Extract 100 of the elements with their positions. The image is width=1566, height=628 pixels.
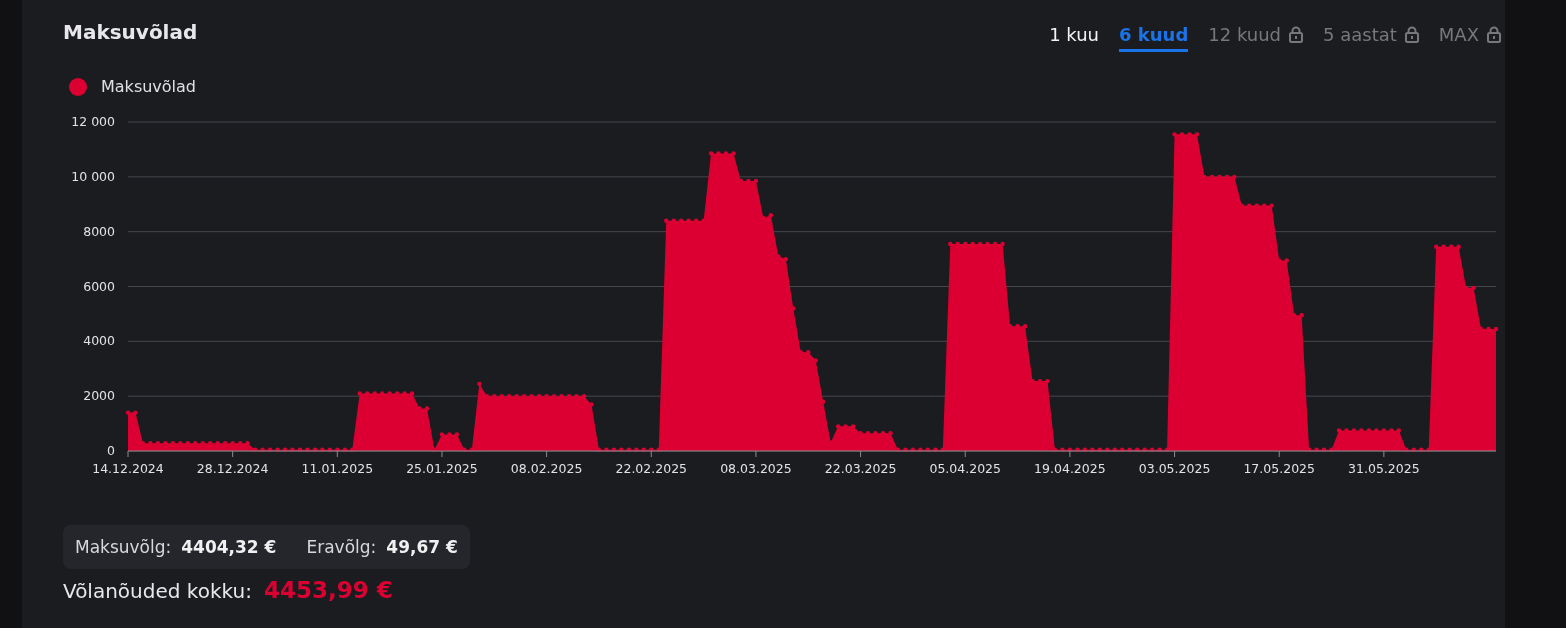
data-point bbox=[686, 218, 691, 223]
data-point bbox=[985, 241, 990, 247]
data-point bbox=[865, 431, 871, 436]
data-point bbox=[1045, 378, 1050, 384]
data-point bbox=[1037, 378, 1043, 384]
data-point bbox=[1269, 203, 1274, 208]
data-point bbox=[1224, 174, 1230, 180]
axis-label: 10 000 bbox=[71, 168, 115, 184]
data-point bbox=[514, 393, 519, 399]
data-point bbox=[1015, 324, 1020, 329]
data-point bbox=[282, 447, 288, 452]
lock-icon bbox=[1289, 26, 1304, 43]
data-point bbox=[649, 447, 654, 452]
data-point bbox=[320, 447, 325, 452]
data-point bbox=[1321, 447, 1327, 452]
data-point bbox=[1291, 313, 1297, 318]
data-point bbox=[1478, 326, 1484, 332]
axis-label: 28.12.2024 bbox=[196, 461, 269, 476]
data-point bbox=[1277, 258, 1282, 263]
data-point bbox=[1157, 447, 1162, 452]
data-point bbox=[1374, 428, 1379, 433]
data-point bbox=[955, 241, 960, 247]
data-point bbox=[536, 393, 542, 399]
data-point bbox=[193, 441, 198, 446]
data-point bbox=[1142, 447, 1147, 452]
data-point bbox=[1112, 447, 1117, 452]
data-point bbox=[701, 218, 706, 223]
data-point bbox=[387, 391, 392, 396]
data-point bbox=[1359, 428, 1364, 433]
data-point bbox=[992, 241, 998, 247]
data-point bbox=[215, 441, 220, 446]
data-point bbox=[1329, 447, 1334, 452]
data-point bbox=[1366, 428, 1372, 433]
period-tab[interactable]: 6 kuud bbox=[1119, 24, 1189, 52]
data-point bbox=[895, 447, 901, 452]
axis-label: 25.01.2025 bbox=[406, 461, 478, 476]
data-point bbox=[1426, 447, 1431, 452]
total-value: 4453,99 € bbox=[263, 577, 393, 603]
data-point bbox=[835, 424, 841, 429]
data-point bbox=[260, 447, 265, 452]
data-point bbox=[1060, 447, 1065, 452]
data-point bbox=[1262, 203, 1267, 208]
axis-label: 2000 bbox=[83, 388, 115, 404]
data-point bbox=[267, 447, 273, 452]
data-point bbox=[1052, 447, 1058, 452]
data-point bbox=[297, 447, 303, 452]
data-point bbox=[1493, 326, 1499, 332]
data-point bbox=[447, 432, 452, 437]
data-point bbox=[664, 218, 669, 223]
data-point bbox=[611, 447, 617, 452]
data-point bbox=[768, 213, 774, 218]
data-point bbox=[1075, 447, 1080, 452]
data-point bbox=[1202, 174, 1207, 180]
data-point bbox=[1149, 447, 1155, 452]
period-tab[interactable]: 5 aastat bbox=[1323, 24, 1419, 52]
data-point bbox=[245, 441, 250, 446]
data-point bbox=[170, 441, 176, 446]
period-tab[interactable]: 1 kuu bbox=[1049, 24, 1099, 52]
data-point bbox=[806, 350, 811, 355]
period-tab[interactable]: MAX bbox=[1438, 24, 1501, 52]
data-point bbox=[1247, 203, 1252, 208]
data-point bbox=[1411, 447, 1416, 452]
data-point bbox=[903, 447, 908, 452]
axis-label: 22.02.2025 bbox=[615, 461, 688, 476]
data-point bbox=[1314, 447, 1319, 452]
data-point bbox=[828, 440, 833, 445]
period-tab[interactable]: 12 kuud bbox=[1208, 24, 1304, 52]
data-point bbox=[252, 447, 258, 452]
data-point bbox=[499, 393, 504, 399]
data-point bbox=[424, 406, 430, 411]
data-point bbox=[1486, 326, 1491, 332]
data-point bbox=[394, 391, 400, 396]
data-point bbox=[223, 441, 228, 446]
data-point bbox=[1105, 447, 1110, 452]
data-point bbox=[1434, 244, 1439, 249]
data-point bbox=[566, 393, 572, 399]
data-point bbox=[1389, 428, 1394, 433]
data-point bbox=[1336, 428, 1342, 433]
data-point bbox=[522, 393, 527, 399]
data-point bbox=[148, 441, 153, 446]
data-point bbox=[305, 447, 310, 452]
axis-label: 08.02.2025 bbox=[510, 461, 583, 476]
data-point bbox=[342, 447, 347, 452]
data-point bbox=[1217, 174, 1222, 180]
data-point bbox=[963, 241, 968, 247]
data-point bbox=[873, 431, 878, 436]
axis-label: 8000 bbox=[83, 223, 115, 239]
data-point bbox=[200, 441, 205, 446]
data-point bbox=[708, 151, 714, 156]
data-point bbox=[439, 432, 445, 437]
data-point bbox=[275, 447, 280, 452]
data-point bbox=[918, 447, 923, 452]
data-point bbox=[492, 393, 497, 399]
data-point bbox=[1179, 132, 1185, 137]
data-point bbox=[791, 306, 796, 311]
data-point bbox=[237, 441, 243, 446]
data-point bbox=[716, 151, 721, 156]
data-point bbox=[1067, 447, 1073, 452]
data-point bbox=[850, 424, 856, 429]
data-point bbox=[335, 447, 340, 452]
